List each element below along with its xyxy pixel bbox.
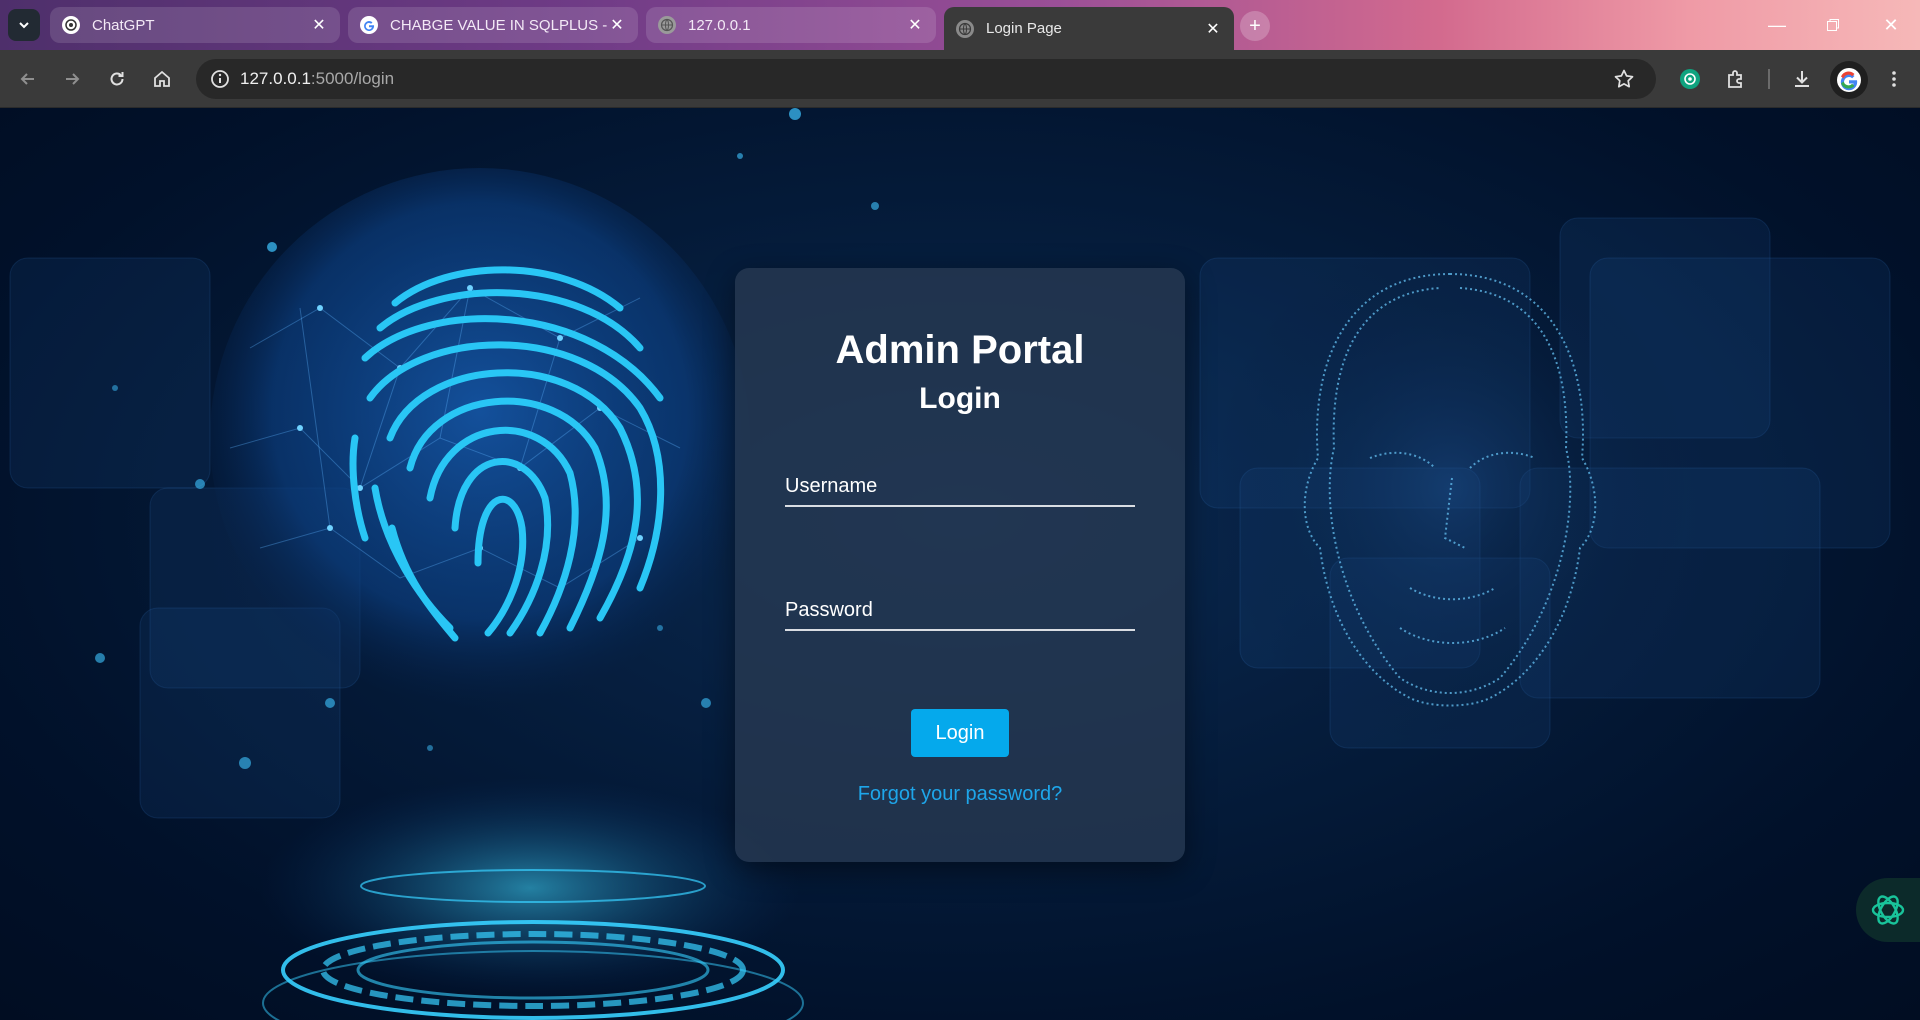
close-icon[interactable]: ✕ (906, 16, 924, 34)
toolbar-divider (1768, 69, 1770, 89)
google-icon (360, 16, 378, 34)
google-icon (1837, 68, 1861, 92)
forgot-password-link[interactable]: Forgot your password? (735, 783, 1185, 806)
chevron-down-icon (19, 22, 29, 29)
forward-button[interactable] (56, 63, 88, 95)
home-icon (154, 70, 170, 87)
chatgpt-icon (62, 16, 80, 34)
address-bar[interactable]: 127.0.0.1:5000/login (196, 59, 1656, 99)
tab-login-page[interactable]: Login Page ✕ (944, 7, 1234, 50)
page-viewport: Admin Portal Login Login Forgot your pas… (0, 108, 1920, 1020)
tab-title: 127.0.0.1 (688, 16, 751, 34)
arrow-left-icon (20, 73, 34, 85)
chatgpt-icon (1871, 895, 1905, 925)
restore-button[interactable] (1818, 10, 1848, 40)
login-button[interactable]: Login (911, 709, 1009, 757)
browser-menu-button[interactable] (1880, 65, 1908, 93)
minimize-button[interactable]: — (1762, 10, 1792, 40)
new-tab-button[interactable]: + (1240, 11, 1270, 41)
close-icon[interactable]: ✕ (1204, 20, 1222, 38)
extensions-icon[interactable] (1722, 65, 1750, 93)
chatgpt-extension-icon[interactable] (1676, 65, 1704, 93)
tab-title: ChatGPT (92, 16, 155, 34)
restore-icon (1827, 19, 1839, 31)
tab-strip: ChatGPT ✕ CHABGE VALUE IN SQLPLUS - G ✕ … (0, 0, 1920, 50)
home-button[interactable] (146, 63, 178, 95)
login-subtitle: Login (919, 382, 1001, 415)
chatgpt-assistant-button[interactable] (1856, 878, 1920, 942)
page-title: Admin Portal (835, 328, 1085, 372)
close-window-button[interactable]: ✕ (1876, 10, 1906, 40)
browser-toolbar: 127.0.0.1:5000/login (0, 50, 1920, 108)
tab-search-button[interactable] (8, 9, 40, 41)
close-icon: ✕ (1883, 14, 1899, 35)
back-button[interactable] (12, 63, 44, 95)
tab-title: Login Page (986, 20, 1062, 37)
login-card: Admin Portal Login Login Forgot your pas… (735, 268, 1185, 862)
tab-google-search[interactable]: CHABGE VALUE IN SQLPLUS - G ✕ (348, 7, 638, 43)
password-input[interactable] (785, 591, 1135, 629)
tab-localhost[interactable]: 127.0.0.1 ✕ (646, 7, 936, 43)
tab-chatgpt[interactable]: ChatGPT ✕ (50, 7, 340, 43)
tab-title: CHABGE VALUE IN SQLPLUS - G (390, 16, 608, 34)
bookmark-star-icon[interactable] (1612, 67, 1636, 91)
close-icon[interactable]: ✕ (310, 16, 328, 34)
username-input[interactable] (785, 467, 1135, 505)
more-vertical-icon (1892, 71, 1896, 87)
globe-icon (658, 16, 676, 34)
close-icon[interactable]: ✕ (608, 16, 626, 34)
password-field-wrapper (785, 591, 1135, 631)
plus-icon: + (1249, 14, 1261, 37)
reload-button[interactable] (101, 63, 133, 95)
globe-icon (956, 19, 974, 38)
arrow-right-icon (66, 73, 80, 85)
site-info-icon[interactable] (200, 59, 240, 99)
profile-avatar[interactable] (1830, 61, 1868, 99)
reload-icon (110, 72, 124, 86)
username-field-wrapper (785, 467, 1135, 507)
minimize-icon: — (1768, 14, 1786, 35)
downloads-icon[interactable] (1788, 65, 1816, 93)
url-host: 127.0.0.1 (240, 69, 311, 88)
url-path: :5000/login (310, 69, 395, 88)
